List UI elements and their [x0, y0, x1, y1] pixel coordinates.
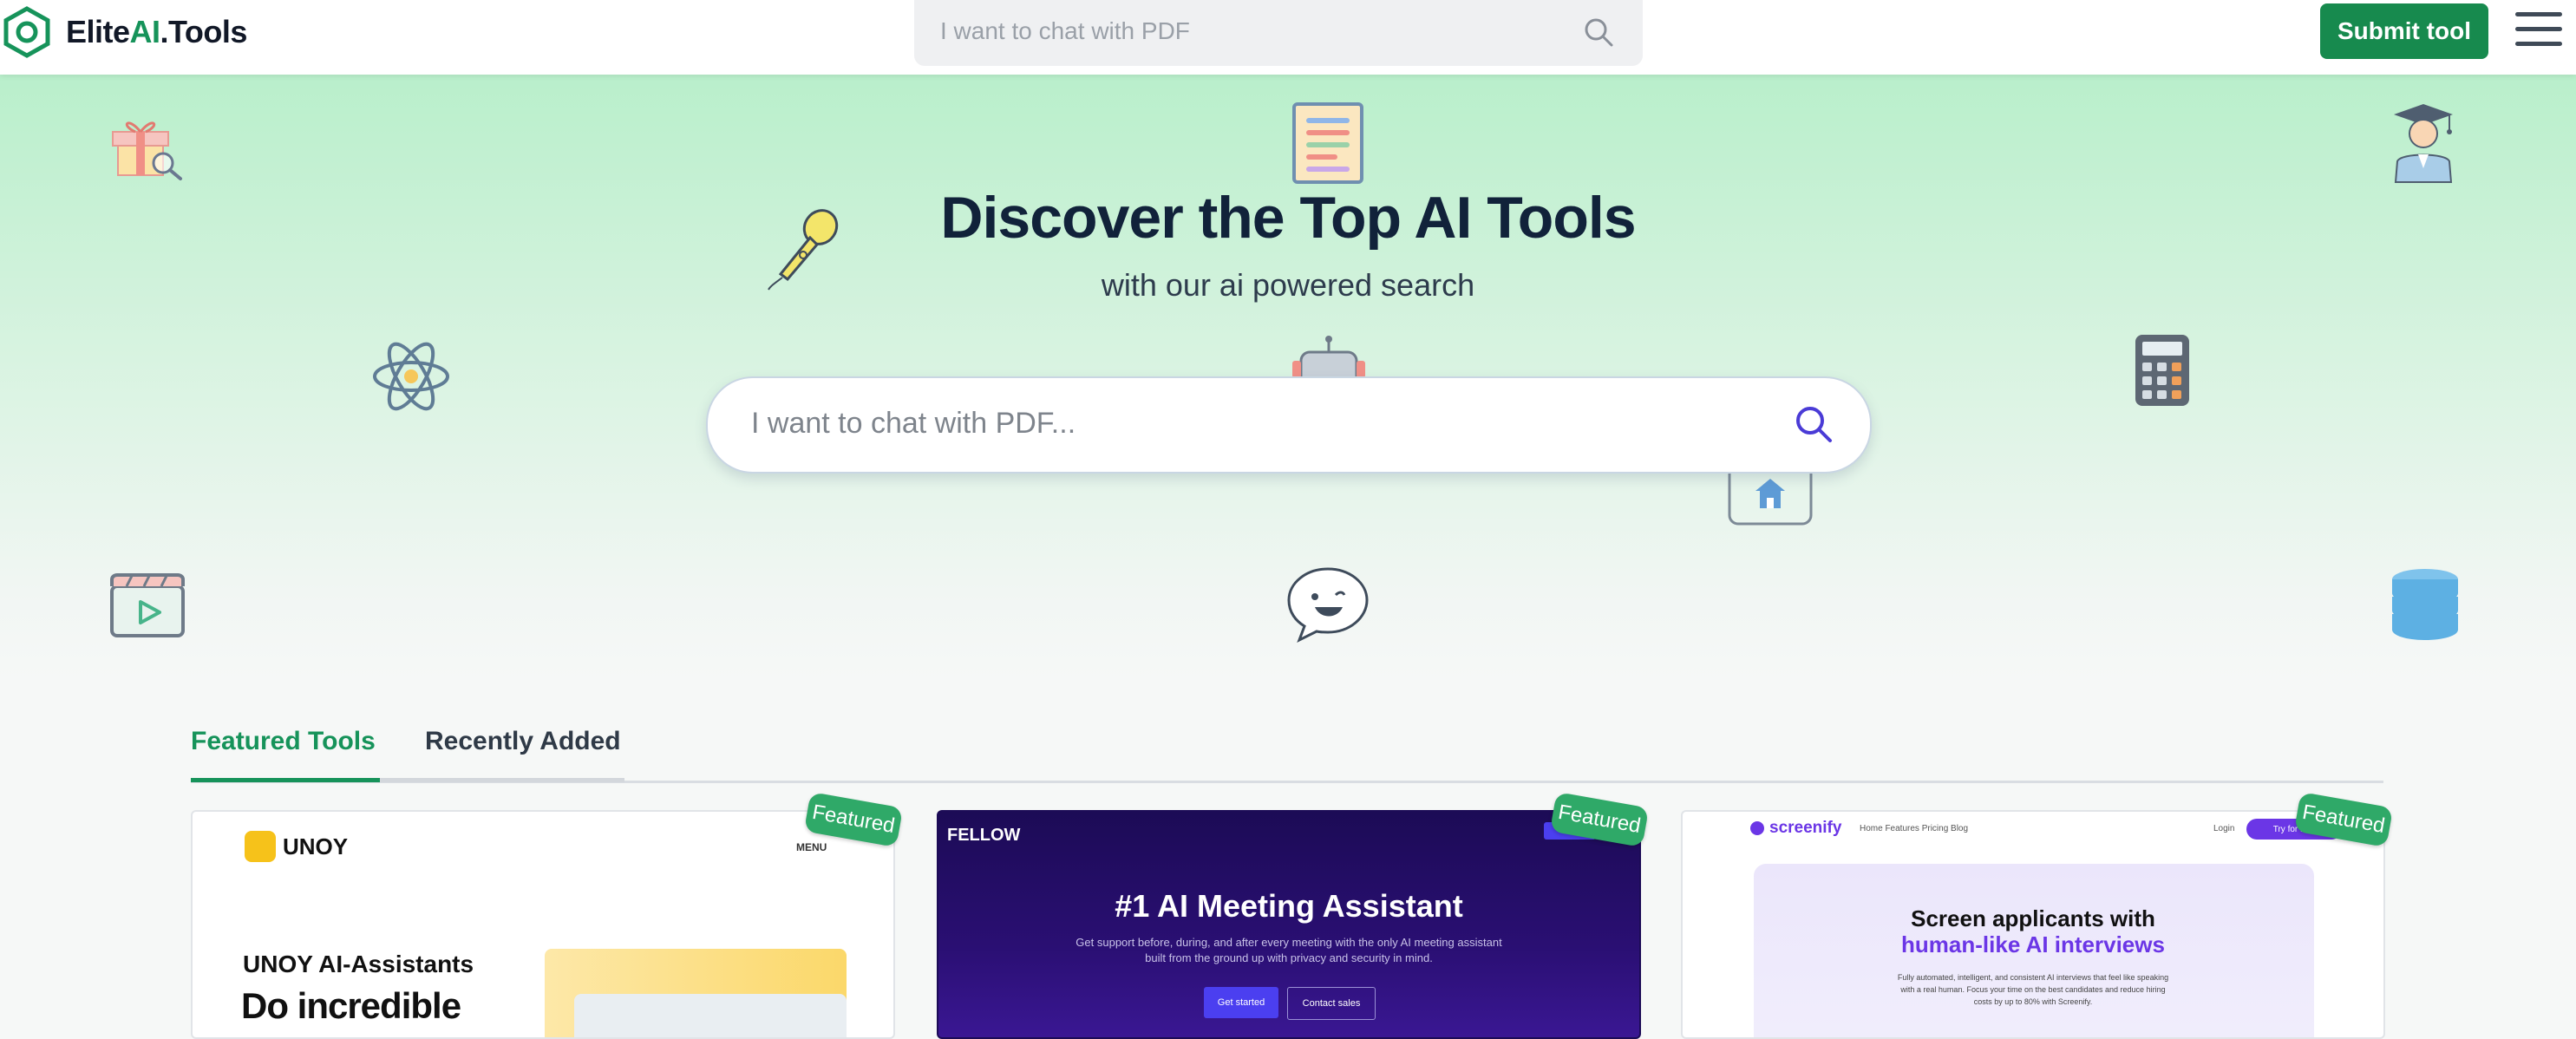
- logo-hexagon-icon: [3, 6, 50, 58]
- tab-recently-added[interactable]: Recently Added: [380, 722, 624, 782]
- tab-label: Recently Added: [425, 727, 621, 755]
- card-headline-accent: human-like AI interviews: [1901, 931, 2165, 957]
- card-login-link: Login: [2213, 824, 2235, 833]
- tool-card-screenify[interactable]: screenify Home Features Pricing Blog Log…: [1681, 810, 2385, 1039]
- search-icon[interactable]: [1792, 402, 1835, 446]
- tab-featured-tools[interactable]: Featured Tools: [191, 722, 380, 782]
- video-clapper-icon: [110, 573, 185, 637]
- site-logo[interactable]: EliteAI.Tools: [0, 5, 247, 59]
- document-list-icon: [1292, 102, 1363, 184]
- tool-card-unoy[interactable]: UNOY MENU UNOY AI-Assistants Do incredib…: [191, 810, 895, 1039]
- card-nav-links: Home Features Pricing Blog: [1860, 824, 1969, 833]
- card-brand-name: FELLOW: [947, 826, 1021, 845]
- hero-title: Discover the Top AI Tools: [940, 185, 1636, 251]
- logo-part-1: Elite: [66, 14, 130, 49]
- card-brand-logo: UNOY: [245, 831, 348, 862]
- main-search-placeholder: I want to chat with PDF...: [751, 407, 1076, 440]
- card-contact-sales-button: Contact sales: [1287, 987, 1376, 1020]
- card-headline: #1 AI Meeting Assistant: [1115, 888, 1463, 924]
- submit-tool-button[interactable]: Submit tool: [2320, 3, 2488, 59]
- card-description: Fully automated, intelligent, and consis…: [1897, 973, 2169, 1006]
- atom-icon: [373, 342, 449, 411]
- card-headline-large: Do incredible: [241, 985, 461, 1026]
- chat-bubble-smile-icon: [1287, 567, 1369, 644]
- card-menu-label: MENU: [796, 841, 827, 853]
- graduate-avatar-icon: [2394, 104, 2453, 183]
- header-search-placeholder: I want to chat with PDF: [940, 17, 1190, 44]
- card-headline: Screen applicants with: [1911, 905, 2155, 931]
- unoy-logo-icon: [245, 831, 276, 862]
- card-brand-logo: screenify: [1750, 819, 1841, 838]
- card-get-started-button: Get started: [1204, 987, 1278, 1018]
- card-brand-name: screenify: [1769, 819, 1842, 837]
- search-icon[interactable]: [1582, 16, 1615, 49]
- database-icon: [2392, 569, 2458, 640]
- card-preview-image-inner: [574, 994, 847, 1037]
- card-description: Get support before, during, and after ev…: [1076, 936, 1502, 964]
- tool-card-fellow[interactable]: FELLOW #1 AI Meeting Assistant Get suppo…: [937, 810, 1641, 1039]
- calculator-icon: [2135, 335, 2189, 406]
- logo-part-3: .Tools: [160, 14, 248, 49]
- header-search-input[interactable]: I want to chat with PDF: [914, 0, 1643, 66]
- top-navbar: EliteAI.Tools I want to chat with PDF Su…: [0, 0, 2576, 75]
- card-brand-name: UNOY: [283, 833, 349, 859]
- robot-head-icon: [1292, 336, 1365, 378]
- tool-tabs: Featured Tools Recently Added: [191, 722, 2383, 783]
- gift-search-icon: [112, 121, 182, 180]
- logo-part-2: AI: [129, 14, 161, 49]
- screenify-logo-icon: [1750, 821, 1764, 835]
- hamburger-menu-icon[interactable]: [2515, 12, 2562, 50]
- hero-subtitle: with our ai powered search: [1101, 267, 1475, 303]
- tab-label: Featured Tools: [191, 727, 376, 755]
- logo-text: EliteAI.Tools: [66, 14, 247, 50]
- hero-section: Discover the Top AI Tools with our ai po…: [0, 75, 2576, 682]
- card-headline: UNOY AI-Assistants: [243, 951, 474, 977]
- main-search-input[interactable]: I want to chat with PDF...: [706, 376, 1872, 474]
